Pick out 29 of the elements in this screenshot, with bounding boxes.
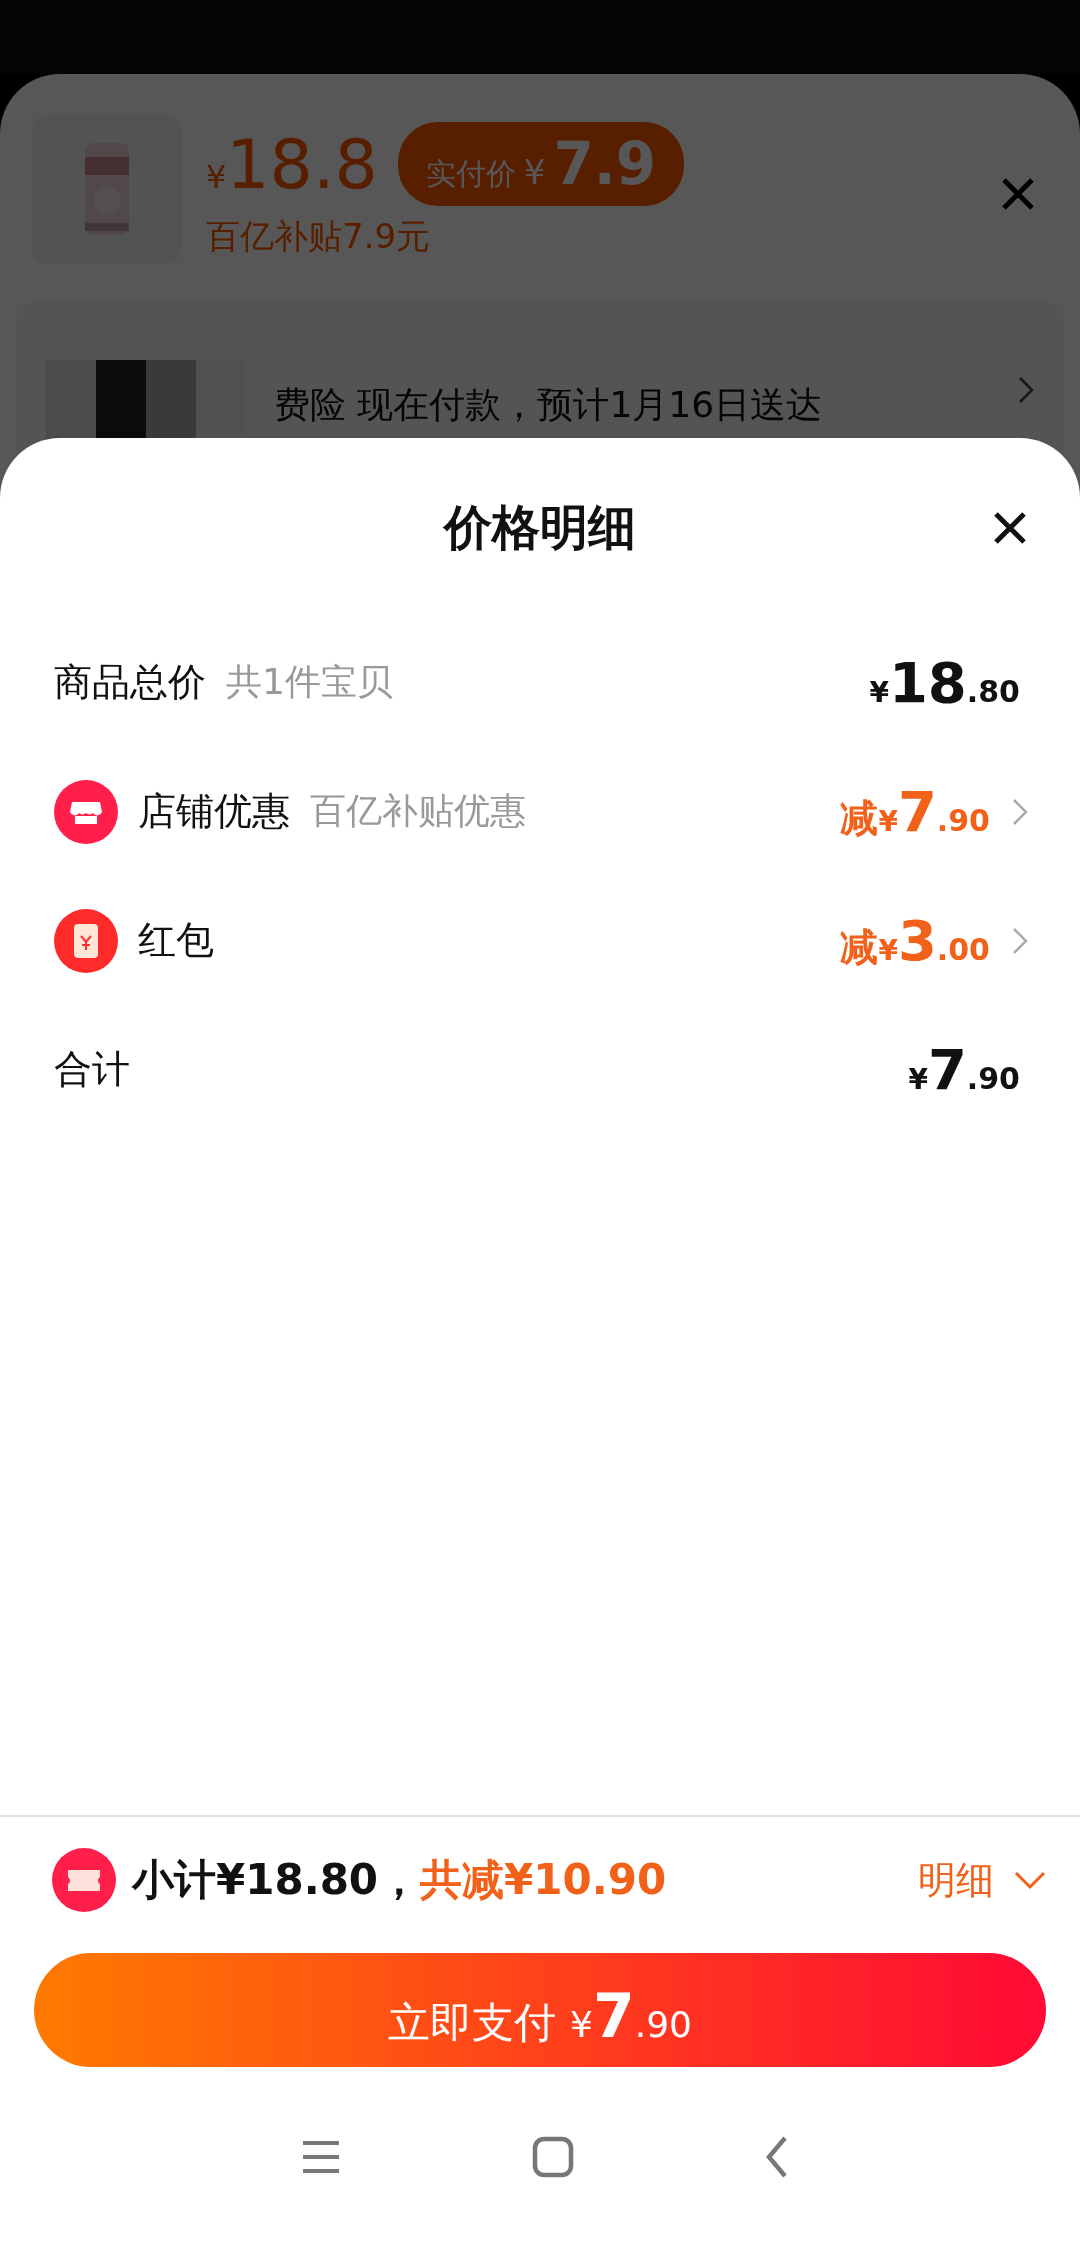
row-amount: 减¥3.00 bbox=[840, 908, 990, 973]
menu-icon[interactable] bbox=[301, 2139, 341, 2175]
row-amount: ¥18.80 bbox=[869, 650, 1020, 715]
pay-button[interactable]: 立即支付 ¥7.90 bbox=[34, 1953, 1046, 2067]
subtotal-text: 小计¥18.80， bbox=[132, 1854, 421, 1906]
details-toggle[interactable]: 明细 bbox=[918, 1854, 1046, 1906]
back-icon[interactable] bbox=[765, 2135, 789, 2179]
product-price: ¥18.8 bbox=[206, 124, 378, 204]
chevron-icon[interactable] bbox=[1012, 797, 1028, 826]
row-label: 红包 bbox=[138, 917, 214, 964]
row-label: 商品总价 bbox=[54, 659, 206, 706]
row-label: 合计 bbox=[54, 1046, 130, 1093]
subsidy-text: 百亿补贴7.9元 bbox=[206, 215, 432, 258]
ticket-icon bbox=[52, 1848, 116, 1912]
row-label: 店铺优惠 bbox=[138, 788, 290, 835]
envelope-icon bbox=[54, 908, 118, 973]
row-amount: ¥7.90 bbox=[908, 1037, 1020, 1102]
row-note: 共1件宝贝 bbox=[226, 660, 393, 704]
row-amount: 减¥7.90 bbox=[840, 779, 990, 844]
discount-text: 共减¥10.90 bbox=[420, 1854, 667, 1906]
chevron-icon[interactable] bbox=[1012, 926, 1028, 955]
sheet-title: 价格明细 bbox=[444, 498, 636, 557]
shop-icon bbox=[54, 779, 118, 844]
delivery-text: 费险 现在付款，预计1月16日送达 bbox=[273, 382, 824, 427]
chevron-icon bbox=[1018, 376, 1034, 404]
row-note: 百亿补贴优惠 bbox=[310, 789, 526, 833]
paid-price-badge: 实付价 ¥7.9 bbox=[397, 122, 685, 206]
chevron-icon[interactable] bbox=[1014, 1870, 1046, 1890]
home-icon[interactable] bbox=[531, 2135, 575, 2179]
